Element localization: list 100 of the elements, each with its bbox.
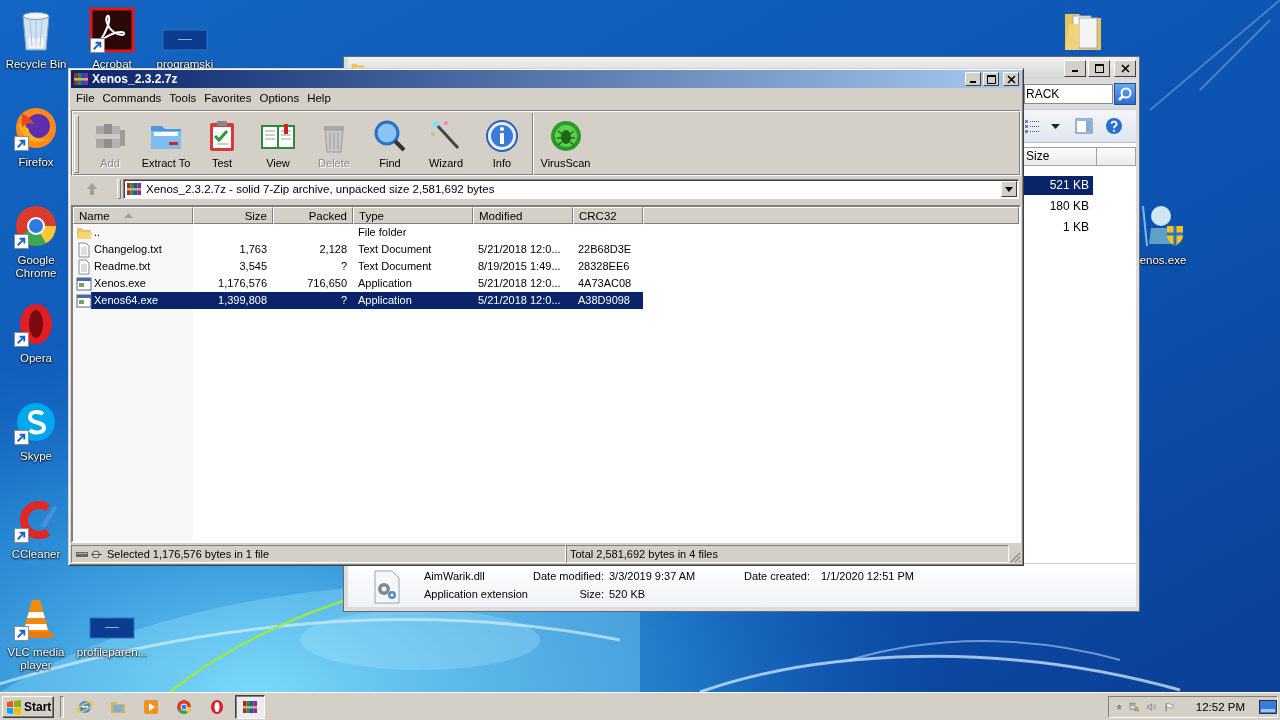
table-cell-text: Application: [357, 276, 413, 291]
detail-value: 3/3/2019 9:37 AM: [609, 569, 697, 584]
play-icon: [142, 698, 159, 715]
books-icon: [73, 71, 89, 87]
search-icon: [1117, 86, 1133, 102]
info-icon: [484, 118, 520, 154]
desktop-icon-label[interactable]: Skype: [20, 450, 52, 463]
toolbar-button[interactable]: Test: [194, 113, 250, 175]
menu-item[interactable]: File: [72, 90, 99, 107]
maximize-icon: [986, 74, 996, 84]
column-header[interactable]: Size: [193, 207, 273, 224]
column-header[interactable]: [1097, 147, 1136, 166]
file-name: Xenos.exe: [94, 276, 146, 291]
address-field[interactable]: Xenos_2.3.2.7z - solid 7-Zip archive, unpacked size 2,581,692 bytes: [123, 179, 1019, 199]
toolbar-grip: [60, 695, 64, 718]
close-button[interactable]: [1114, 59, 1136, 77]
toolbar-grip: [117, 179, 121, 199]
maximize-button[interactable]: [983, 72, 999, 86]
resize-grip-icon: [1009, 551, 1021, 563]
up-arrow-icon: [86, 182, 98, 196]
desktop-icon-label[interactable]: Google Chrome: [0, 254, 72, 280]
column-header[interactable]: Packed: [273, 207, 353, 224]
toolbar-grip: [74, 115, 79, 173]
show-desktop-button[interactable]: [1259, 697, 1277, 716]
menu-item[interactable]: Help: [303, 90, 335, 107]
clock-text[interactable]: 12:52 PM: [1195, 700, 1245, 713]
file-name: Readme.txt: [94, 259, 151, 274]
file-row[interactable]: Xenos.exe 1,176,576 716,650 Application 5/21/2018 12:0... 4A73AC08: [73, 275, 643, 292]
desktop-icon-label[interactable]: Firefox: [18, 156, 54, 169]
toolbar-button[interactable]: Find: [362, 113, 418, 175]
toolbar-button[interactable]: VirusScan: [532, 113, 594, 175]
app-window-icon: [76, 292, 92, 309]
close-button[interactable]: [1003, 72, 1019, 86]
window-title: Xenos_2.3.2.7z: [92, 72, 178, 86]
table-cell-text: File folder: [357, 225, 408, 240]
toolbar-button[interactable]: Extract To: [138, 113, 194, 175]
column-header[interactable]: Type: [353, 207, 473, 224]
table-cell-text: 1,176,576: [217, 276, 268, 291]
table-cell-text: A38D9098: [577, 293, 631, 308]
file-row[interactable]: Readme.txt 3,545 ? Text Document 8/19/2015 1:49... 28328EE6: [73, 258, 643, 275]
table-cell-text: 4A73AC08: [577, 276, 633, 291]
start-button[interactable]: Start: [2, 695, 54, 718]
table-cell-text: 8/19/2015 1:49...: [477, 259, 562, 274]
table-cell-text: 1 KB: [1062, 219, 1090, 236]
maximize-button[interactable]: [1088, 59, 1110, 77]
detail-label: Date modified:: [532, 569, 604, 584]
detail-value: 1/1/2020 12:51 PM: [821, 569, 914, 584]
table-cell-text: 2,128: [318, 242, 348, 257]
dropdown-arrow-icon: [1005, 186, 1013, 192]
books-icon: [126, 181, 142, 197]
minimize-button[interactable]: [1064, 59, 1086, 77]
desktop-icon-label[interactable]: programski: [156, 58, 214, 71]
menu-item[interactable]: Options: [255, 90, 304, 107]
table-cell-text: 716,650: [306, 276, 348, 291]
detail-label: Size:: [579, 587, 604, 602]
drive-icon: [75, 549, 103, 559]
file-name: Xenos64.exe: [94, 293, 159, 308]
table-cell-text: 1,399,808: [217, 293, 268, 308]
file-row[interactable]: Xenos64.exe 1,399,808 ? Application 5/21/2018 12:0... A38D9098: [73, 292, 643, 309]
desktop-icon-label[interactable]: Opera: [20, 352, 52, 365]
table-cell-text: 1,763: [238, 242, 268, 257]
search-field[interactable]: RACK: [1024, 84, 1113, 104]
maximize-icon: [1094, 63, 1104, 73]
gear-document-icon: [372, 570, 402, 604]
table-cell-text: 180 KB: [1048, 198, 1090, 215]
table-cell-text: 28328EE6: [577, 259, 631, 274]
minimize-button[interactable]: [965, 72, 981, 86]
file-row[interactable]: .. File folder: [73, 224, 643, 241]
desktop-icon-label[interactable]: Acrobat: [92, 58, 132, 71]
menu-item[interactable]: Favorites: [200, 90, 256, 107]
search-button[interactable]: [1114, 83, 1136, 105]
menu-item[interactable]: Tools: [165, 90, 201, 107]
tricolor-ball-icon: [175, 698, 192, 715]
column-header[interactable]: Name: [73, 207, 193, 224]
column-header[interactable]: CRC32: [573, 207, 643, 224]
file-name: AimWarik.dll: [424, 569, 486, 584]
file-name: Changelog.txt: [94, 242, 162, 257]
column-header[interactable]: Modified: [473, 207, 573, 224]
file-type: Application extension: [424, 587, 528, 602]
details-view-icon[interactable]: [1024, 118, 1040, 134]
close-icon: [1006, 74, 1016, 84]
help-icon[interactable]: [1105, 117, 1123, 135]
close-icon: [1120, 63, 1130, 73]
desktop-icon-label[interactable]: enos.exe: [1139, 254, 1187, 267]
dropdown-button[interactable]: [1001, 181, 1017, 197]
toolbar-button[interactable]: Info: [474, 113, 530, 175]
pane-logo-icon: [6, 698, 22, 715]
file-row[interactable]: Changelog.txt 1,763 2,128 Text Document 5/21/2018 12:0... 22B68D3E: [73, 241, 643, 258]
table-cell-text: 5/21/2018 12:0...: [477, 293, 562, 308]
taskbar-button[interactable]: [235, 694, 265, 719]
table-cell-text: ?: [339, 293, 348, 308]
books-icon: [242, 698, 258, 715]
menu-item[interactable]: Commands: [98, 90, 166, 107]
document-icon: [76, 241, 92, 258]
detail-value: 520 KB: [609, 587, 647, 602]
status-text: Total 2,581,692 bytes in 4 files: [570, 548, 718, 560]
toolbar-button[interactable]: View: [250, 113, 306, 175]
toolbar-button[interactable]: Wizard: [418, 113, 474, 175]
desktop-icon-label[interactable]: Recycle Bin: [5, 58, 67, 71]
pdf-curl-icon[interactable]: [88, 6, 136, 54]
